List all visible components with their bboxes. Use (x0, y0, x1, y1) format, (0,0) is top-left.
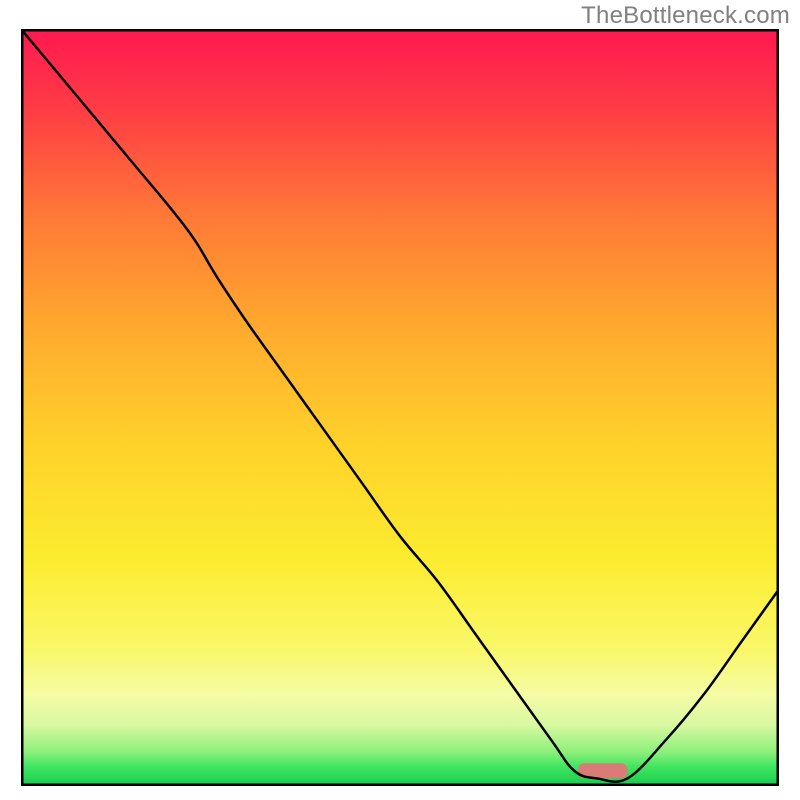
chart-container: TheBottleneck.com (0, 0, 800, 800)
watermark-text: TheBottleneck.com (581, 2, 790, 30)
gradient-background (21, 29, 779, 786)
plot-area (21, 29, 779, 786)
